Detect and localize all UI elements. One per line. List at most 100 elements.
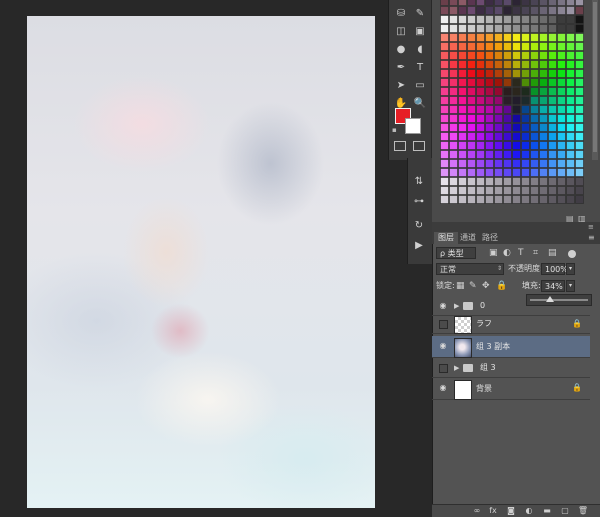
swatch-cell[interactable] (566, 141, 575, 150)
swatch-cell[interactable] (512, 132, 521, 141)
swatch-cell[interactable] (503, 6, 512, 15)
swatch-cell[interactable] (557, 150, 566, 159)
swatch-cell[interactable] (449, 195, 458, 204)
swatch-cell[interactable] (458, 0, 467, 6)
swatch-cell[interactable] (440, 24, 449, 33)
swatch-cell[interactable] (494, 33, 503, 42)
swatch-cell[interactable] (440, 186, 449, 195)
swatch-cell[interactable] (458, 150, 467, 159)
swatch-cell[interactable] (548, 159, 557, 168)
swatch-cell[interactable] (449, 177, 458, 186)
filter-kind-select[interactable]: ρ 类型 (436, 247, 476, 259)
swatch-cell[interactable] (494, 42, 503, 51)
path-select-icon[interactable]: ➤ (392, 76, 410, 94)
swatch-cell[interactable] (566, 60, 575, 69)
layer-row[interactable]: ラフ 🔒 (432, 314, 590, 334)
swatch-cell[interactable] (539, 33, 548, 42)
swatch-cell[interactable] (503, 114, 512, 123)
visibility-eye-icon[interactable]: ◉ (438, 341, 448, 351)
swatch-cell[interactable] (557, 42, 566, 51)
swatch-cell[interactable] (485, 150, 494, 159)
swatch-cell[interactable] (521, 177, 530, 186)
swatch-cell[interactable] (440, 132, 449, 141)
swatch-cell[interactable] (458, 141, 467, 150)
swatch-cell[interactable] (566, 42, 575, 51)
swatch-cell[interactable] (449, 69, 458, 78)
swatch-cell[interactable] (521, 78, 530, 87)
swatch-cell[interactable] (485, 24, 494, 33)
swatch-cell[interactable] (449, 24, 458, 33)
swatch-cell[interactable] (440, 78, 449, 87)
swatch-cell[interactable] (458, 123, 467, 132)
swatch-cell[interactable] (476, 168, 485, 177)
gradient-tool-icon[interactable]: ▣ (411, 22, 429, 40)
swatch-cell[interactable] (494, 159, 503, 168)
swatch-cell[interactable] (566, 177, 575, 186)
visibility-eye-icon[interactable]: ◉ (438, 301, 448, 311)
fill-dropdown-icon[interactable]: ▾ (566, 280, 575, 292)
swatch-cell[interactable] (530, 168, 539, 177)
swatch-cell[interactable] (575, 177, 584, 186)
swatch-cell[interactable] (557, 0, 566, 6)
swatch-cell[interactable] (521, 24, 530, 33)
swatch-cell[interactable] (566, 150, 575, 159)
swatch-cell[interactable] (494, 78, 503, 87)
swatch-cell[interactable] (539, 114, 548, 123)
swatch-cell[interactable] (467, 87, 476, 96)
swatch-cell[interactable] (566, 15, 575, 24)
filter-type-icon[interactable]: T (518, 247, 524, 259)
swatch-cell[interactable] (494, 51, 503, 60)
swatch-cell[interactable] (575, 105, 584, 114)
swatch-cell[interactable] (548, 0, 557, 6)
panel-collapse-icon[interactable]: ≡ (588, 223, 594, 231)
swatch-cell[interactable] (458, 168, 467, 177)
swatch-cell[interactable] (494, 15, 503, 24)
swatch-cell[interactable] (449, 114, 458, 123)
fill-input[interactable]: 34% (541, 280, 565, 292)
swatch-cell[interactable] (521, 69, 530, 78)
swatch-cell[interactable] (521, 6, 530, 15)
swatch-cell[interactable] (566, 168, 575, 177)
swatch-cell[interactable] (458, 33, 467, 42)
swatch-cell[interactable] (548, 168, 557, 177)
swatch-cell[interactable] (566, 0, 575, 6)
swatch-cell[interactable] (503, 150, 512, 159)
tab-paths[interactable]: 路径 (478, 232, 502, 244)
swatch-cell[interactable] (539, 132, 548, 141)
swatch-cell[interactable] (440, 87, 449, 96)
swatch-cell[interactable] (566, 195, 575, 204)
swatch-cell[interactable] (521, 114, 530, 123)
swatch-cell[interactable] (512, 15, 521, 24)
swatch-cell[interactable] (512, 6, 521, 15)
swatch-cell[interactable] (575, 0, 584, 6)
swatch-cell[interactable] (548, 60, 557, 69)
swatch-cell[interactable] (476, 177, 485, 186)
swatch-cell[interactable] (449, 33, 458, 42)
swatch-cell[interactable] (539, 177, 548, 186)
swatch-cell[interactable] (566, 33, 575, 42)
swatch-cell[interactable] (557, 186, 566, 195)
swatch-cell[interactable] (449, 87, 458, 96)
swatch-cell[interactable] (494, 150, 503, 159)
swatch-cell[interactable] (539, 24, 548, 33)
swatch-cell[interactable] (503, 123, 512, 132)
swatch-cell[interactable] (467, 51, 476, 60)
swatch-cell[interactable] (512, 87, 521, 96)
swatch-cell[interactable] (458, 42, 467, 51)
swatch-cell[interactable] (548, 87, 557, 96)
document-canvas[interactable] (27, 16, 375, 508)
swatch-cell[interactable] (467, 141, 476, 150)
swatch-cell[interactable] (575, 60, 584, 69)
swatch-cell[interactable] (440, 60, 449, 69)
swatch-cell[interactable] (530, 42, 539, 51)
swatch-cell[interactable] (458, 6, 467, 15)
swatch-cell[interactable] (557, 195, 566, 204)
swatch-cell[interactable] (566, 114, 575, 123)
swatch-cell[interactable] (566, 105, 575, 114)
swatches-scroll-thumb[interactable] (593, 2, 597, 152)
background-color-swatch[interactable] (405, 118, 421, 134)
swatch-cell[interactable] (458, 78, 467, 87)
swatch-cell[interactable] (539, 6, 548, 15)
swatch-cell[interactable] (512, 195, 521, 204)
swatch-cell[interactable] (485, 69, 494, 78)
